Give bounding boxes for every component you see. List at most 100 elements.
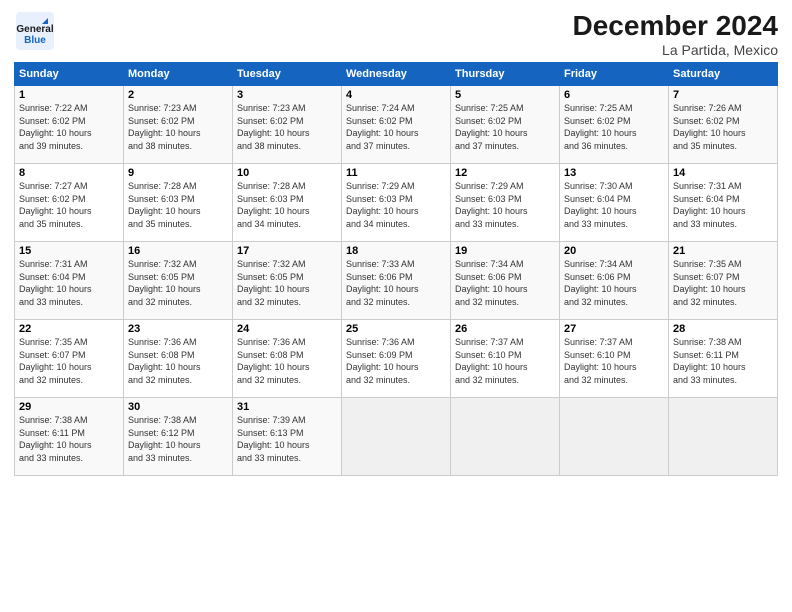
day-info: Sunrise: 7:31 AM Sunset: 6:04 PM Dayligh… (19, 258, 119, 308)
calendar-cell: 22Sunrise: 7:35 AM Sunset: 6:07 PM Dayli… (15, 320, 124, 398)
day-number: 12 (455, 167, 555, 179)
week-row-3: 15Sunrise: 7:31 AM Sunset: 6:04 PM Dayli… (15, 242, 778, 320)
calendar-cell: 17Sunrise: 7:32 AM Sunset: 6:05 PM Dayli… (233, 242, 342, 320)
day-info: Sunrise: 7:28 AM Sunset: 6:03 PM Dayligh… (237, 180, 337, 230)
calendar-container: General Blue December 2024 La Partida, M… (0, 0, 792, 484)
calendar-cell (669, 398, 778, 476)
day-number: 31 (237, 401, 337, 413)
calendar-cell: 2Sunrise: 7:23 AM Sunset: 6:02 PM Daylig… (124, 86, 233, 164)
day-number: 15 (19, 245, 119, 257)
day-number: 1 (19, 89, 119, 101)
calendar-cell: 18Sunrise: 7:33 AM Sunset: 6:06 PM Dayli… (342, 242, 451, 320)
day-number: 27 (564, 323, 664, 335)
day-number: 2 (128, 89, 228, 101)
day-number: 13 (564, 167, 664, 179)
day-number: 9 (128, 167, 228, 179)
week-row-5: 29Sunrise: 7:38 AM Sunset: 6:11 PM Dayli… (15, 398, 778, 476)
header: General Blue December 2024 La Partida, M… (14, 10, 778, 58)
day-number: 23 (128, 323, 228, 335)
day-number: 24 (237, 323, 337, 335)
day-number: 21 (673, 245, 773, 257)
day-info: Sunrise: 7:23 AM Sunset: 6:02 PM Dayligh… (128, 102, 228, 152)
day-number: 26 (455, 323, 555, 335)
calendar-cell: 25Sunrise: 7:36 AM Sunset: 6:09 PM Dayli… (342, 320, 451, 398)
calendar-cell: 30Sunrise: 7:38 AM Sunset: 6:12 PM Dayli… (124, 398, 233, 476)
weekday-tuesday: Tuesday (233, 63, 342, 86)
day-info: Sunrise: 7:31 AM Sunset: 6:04 PM Dayligh… (673, 180, 773, 230)
day-info: Sunrise: 7:29 AM Sunset: 6:03 PM Dayligh… (346, 180, 446, 230)
day-info: Sunrise: 7:25 AM Sunset: 6:02 PM Dayligh… (455, 102, 555, 152)
day-number: 14 (673, 167, 773, 179)
day-number: 17 (237, 245, 337, 257)
calendar-cell: 5Sunrise: 7:25 AM Sunset: 6:02 PM Daylig… (451, 86, 560, 164)
calendar-cell: 24Sunrise: 7:36 AM Sunset: 6:08 PM Dayli… (233, 320, 342, 398)
day-info: Sunrise: 7:36 AM Sunset: 6:09 PM Dayligh… (346, 336, 446, 386)
day-number: 8 (19, 167, 119, 179)
day-info: Sunrise: 7:26 AM Sunset: 6:02 PM Dayligh… (673, 102, 773, 152)
calendar-cell: 1Sunrise: 7:22 AM Sunset: 6:02 PM Daylig… (15, 86, 124, 164)
day-info: Sunrise: 7:37 AM Sunset: 6:10 PM Dayligh… (564, 336, 664, 386)
day-info: Sunrise: 7:29 AM Sunset: 6:03 PM Dayligh… (455, 180, 555, 230)
calendar-cell: 23Sunrise: 7:36 AM Sunset: 6:08 PM Dayli… (124, 320, 233, 398)
day-info: Sunrise: 7:25 AM Sunset: 6:02 PM Dayligh… (564, 102, 664, 152)
day-info: Sunrise: 7:34 AM Sunset: 6:06 PM Dayligh… (564, 258, 664, 308)
calendar-cell: 7Sunrise: 7:26 AM Sunset: 6:02 PM Daylig… (669, 86, 778, 164)
weekday-saturday: Saturday (669, 63, 778, 86)
day-number: 18 (346, 245, 446, 257)
calendar-cell: 14Sunrise: 7:31 AM Sunset: 6:04 PM Dayli… (669, 164, 778, 242)
calendar-cell: 9Sunrise: 7:28 AM Sunset: 6:03 PM Daylig… (124, 164, 233, 242)
calendar-cell: 11Sunrise: 7:29 AM Sunset: 6:03 PM Dayli… (342, 164, 451, 242)
calendar-cell: 13Sunrise: 7:30 AM Sunset: 6:04 PM Dayli… (560, 164, 669, 242)
calendar-cell: 28Sunrise: 7:38 AM Sunset: 6:11 PM Dayli… (669, 320, 778, 398)
svg-text:General: General (16, 24, 53, 35)
calendar-cell: 20Sunrise: 7:34 AM Sunset: 6:06 PM Dayli… (560, 242, 669, 320)
weekday-friday: Friday (560, 63, 669, 86)
calendar-cell: 19Sunrise: 7:34 AM Sunset: 6:06 PM Dayli… (451, 242, 560, 320)
day-number: 22 (19, 323, 119, 335)
day-info: Sunrise: 7:22 AM Sunset: 6:02 PM Dayligh… (19, 102, 119, 152)
day-number: 7 (673, 89, 773, 101)
day-number: 6 (564, 89, 664, 101)
calendar-subtitle: La Partida, Mexico (573, 42, 778, 58)
day-info: Sunrise: 7:38 AM Sunset: 6:11 PM Dayligh… (19, 414, 119, 464)
logo: General Blue (14, 10, 58, 52)
calendar-cell: 15Sunrise: 7:31 AM Sunset: 6:04 PM Dayli… (15, 242, 124, 320)
title-block: December 2024 La Partida, Mexico (573, 10, 778, 58)
day-number: 10 (237, 167, 337, 179)
calendar-cell (342, 398, 451, 476)
day-number: 20 (564, 245, 664, 257)
day-info: Sunrise: 7:28 AM Sunset: 6:03 PM Dayligh… (128, 180, 228, 230)
week-row-1: 1Sunrise: 7:22 AM Sunset: 6:02 PM Daylig… (15, 86, 778, 164)
calendar-cell: 29Sunrise: 7:38 AM Sunset: 6:11 PM Dayli… (15, 398, 124, 476)
day-number: 4 (346, 89, 446, 101)
calendar-cell: 31Sunrise: 7:39 AM Sunset: 6:13 PM Dayli… (233, 398, 342, 476)
calendar-cell: 16Sunrise: 7:32 AM Sunset: 6:05 PM Dayli… (124, 242, 233, 320)
day-number: 30 (128, 401, 228, 413)
day-info: Sunrise: 7:38 AM Sunset: 6:12 PM Dayligh… (128, 414, 228, 464)
calendar-cell: 21Sunrise: 7:35 AM Sunset: 6:07 PM Dayli… (669, 242, 778, 320)
logo-icon: General Blue (14, 10, 56, 52)
day-info: Sunrise: 7:34 AM Sunset: 6:06 PM Dayligh… (455, 258, 555, 308)
weekday-wednesday: Wednesday (342, 63, 451, 86)
day-number: 3 (237, 89, 337, 101)
calendar-cell: 4Sunrise: 7:24 AM Sunset: 6:02 PM Daylig… (342, 86, 451, 164)
calendar-title: December 2024 (573, 10, 778, 42)
day-info: Sunrise: 7:35 AM Sunset: 6:07 PM Dayligh… (19, 336, 119, 386)
day-number: 25 (346, 323, 446, 335)
calendar-cell: 10Sunrise: 7:28 AM Sunset: 6:03 PM Dayli… (233, 164, 342, 242)
calendar-cell: 3Sunrise: 7:23 AM Sunset: 6:02 PM Daylig… (233, 86, 342, 164)
week-row-2: 8Sunrise: 7:27 AM Sunset: 6:02 PM Daylig… (15, 164, 778, 242)
weekday-monday: Monday (124, 63, 233, 86)
calendar-cell: 6Sunrise: 7:25 AM Sunset: 6:02 PM Daylig… (560, 86, 669, 164)
calendar-cell (451, 398, 560, 476)
weekday-sunday: Sunday (15, 63, 124, 86)
calendar-cell (560, 398, 669, 476)
day-info: Sunrise: 7:33 AM Sunset: 6:06 PM Dayligh… (346, 258, 446, 308)
day-number: 19 (455, 245, 555, 257)
day-info: Sunrise: 7:32 AM Sunset: 6:05 PM Dayligh… (237, 258, 337, 308)
svg-text:Blue: Blue (24, 35, 46, 46)
day-info: Sunrise: 7:36 AM Sunset: 6:08 PM Dayligh… (237, 336, 337, 386)
calendar-cell: 12Sunrise: 7:29 AM Sunset: 6:03 PM Dayli… (451, 164, 560, 242)
day-number: 29 (19, 401, 119, 413)
day-info: Sunrise: 7:35 AM Sunset: 6:07 PM Dayligh… (673, 258, 773, 308)
